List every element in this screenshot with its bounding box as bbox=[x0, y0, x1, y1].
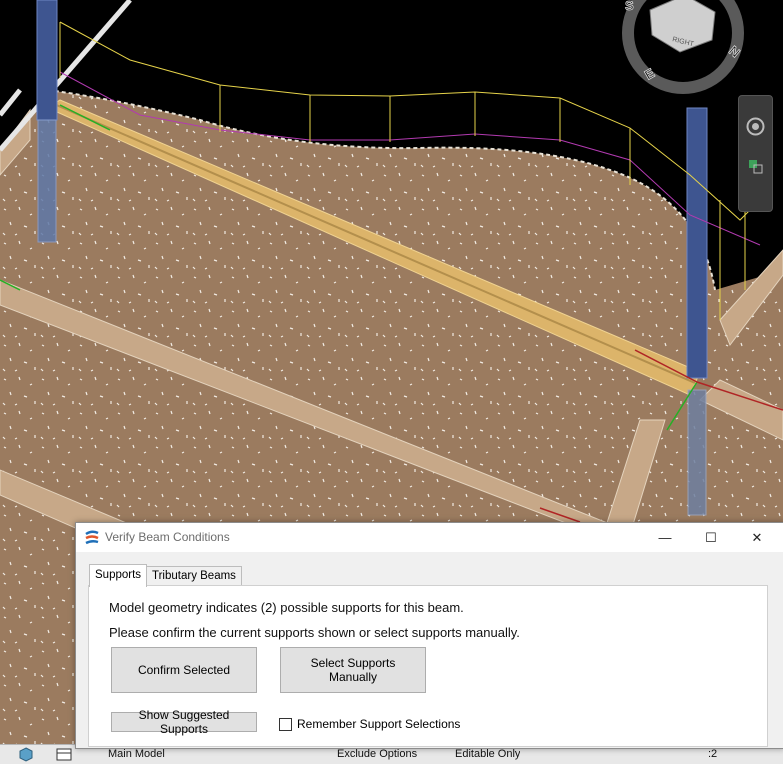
compass-s: S bbox=[625, 0, 634, 13]
app-logo-icon bbox=[84, 530, 100, 546]
steering-wheel-icon[interactable] bbox=[745, 116, 766, 137]
workset-icon[interactable] bbox=[55, 747, 73, 762]
confirm-instruction: Please confirm the current supports show… bbox=[109, 625, 520, 640]
select-supports-manually-button[interactable]: Select Supports Manually bbox=[280, 647, 426, 693]
navigation-bar bbox=[738, 95, 773, 212]
support-count-message: Model geometry indicates (2) possible su… bbox=[109, 600, 464, 615]
remember-selections-checkbox[interactable] bbox=[279, 717, 292, 731]
minimize-button[interactable]: — bbox=[642, 523, 688, 552]
exclude-options[interactable]: Exclude Options bbox=[337, 747, 417, 762]
verify-beam-dialog: Verify Beam Conditions — ☐ ✕ Supports Tr… bbox=[75, 522, 783, 749]
dialog-titlebar[interactable]: Verify Beam Conditions — ☐ ✕ bbox=[76, 523, 783, 552]
supports-panel: Model geometry indicates (2) possible su… bbox=[88, 585, 768, 747]
viewcube[interactable]: RIGHT S E N bbox=[622, 0, 744, 94]
cube-icon[interactable] bbox=[18, 747, 34, 762]
maximize-button[interactable]: ☐ bbox=[688, 523, 734, 552]
zoom-region-icon[interactable] bbox=[745, 156, 766, 177]
confirm-selected-button[interactable]: Confirm Selected bbox=[111, 647, 257, 693]
tab-supports[interactable]: Supports bbox=[89, 564, 148, 587]
model-selector[interactable]: Main Model bbox=[108, 747, 165, 762]
remember-selections-row[interactable]: Remember Support Selections bbox=[279, 716, 460, 732]
remember-selections-label[interactable]: Remember Support Selections bbox=[297, 717, 460, 731]
editable-only[interactable]: Editable Only bbox=[455, 747, 520, 762]
selection-count: :2 bbox=[708, 748, 718, 760]
close-button[interactable]: ✕ bbox=[734, 523, 780, 552]
show-suggested-supports-button[interactable]: Show Suggested Supports bbox=[111, 708, 257, 736]
dialog-title: Verify Beam Conditions bbox=[105, 530, 230, 544]
tab-tributary-beams[interactable]: Tributary Beams bbox=[146, 566, 242, 586]
